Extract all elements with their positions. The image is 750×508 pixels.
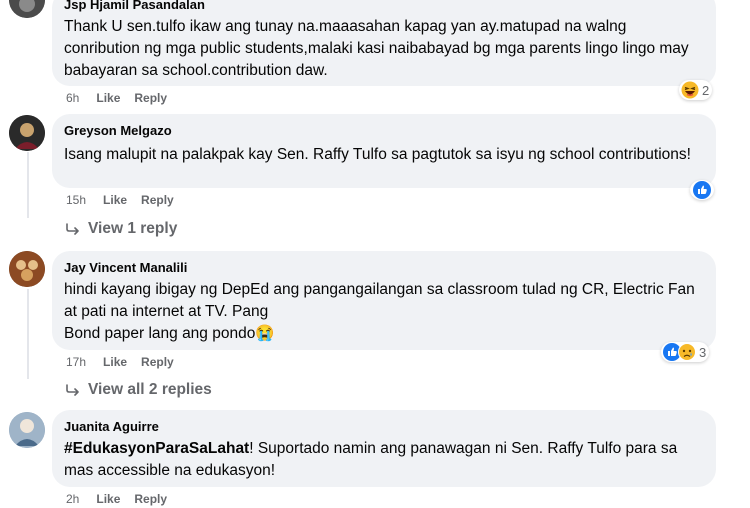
reply-arrow-icon xyxy=(66,223,79,235)
reply-button[interactable]: Reply xyxy=(141,354,174,370)
comment-timestamp[interactable]: 15h xyxy=(66,192,86,208)
comment-timestamp[interactable]: 17h xyxy=(66,354,86,370)
like-button[interactable]: Like xyxy=(103,192,127,208)
comment-actions: 15h Like Reply xyxy=(66,192,188,208)
comment-text: Isang malupit na palakpak kay Sen. Raffy… xyxy=(64,146,691,163)
comment-actions: 6h Like Reply xyxy=(66,90,181,106)
haha-icon xyxy=(681,81,699,99)
comment-bubble: Juanita Aguirre #EdukasyonParaSaLahat! S… xyxy=(52,410,716,487)
comment-text: Thank U sen.tulfo ikaw ang tunay na.maaa… xyxy=(64,18,689,79)
hashtag-link[interactable]: #EdukasyonParaSaLahat xyxy=(64,440,249,457)
comment-author[interactable]: Juanita Aguirre xyxy=(64,418,704,435)
comment-timestamp[interactable]: 6h xyxy=(66,90,79,106)
comment-text: #EdukasyonParaSaLahat! Suportado namin a… xyxy=(64,438,704,482)
reaction-summary[interactable]: 3 xyxy=(661,342,710,362)
avatar[interactable] xyxy=(9,251,45,287)
thread-line xyxy=(27,152,29,218)
reaction-count: 2 xyxy=(702,82,710,98)
comment-bubble: Greyson Melgazo Isang malupit na palakpa… xyxy=(52,114,716,188)
comment-bubble: Jsp Hjamil Pasandalan Thank U sen.tulfo … xyxy=(52,0,716,86)
comment-author[interactable]: Jay Vincent Manalili xyxy=(64,259,704,276)
view-replies-link[interactable]: View all 2 replies xyxy=(66,380,212,400)
comment-bubble: Jay Vincent Manalili hindi kayang ibigay… xyxy=(52,251,716,350)
view-replies-link[interactable]: View 1 reply xyxy=(66,219,177,239)
reaction-summary[interactable] xyxy=(690,180,714,200)
like-button[interactable]: Like xyxy=(103,354,127,370)
reaction-count: 3 xyxy=(699,344,707,360)
reply-arrow-icon xyxy=(66,384,79,396)
thread-line xyxy=(27,289,29,379)
view-replies-label: View all 2 replies xyxy=(88,381,212,398)
view-replies-label: View 1 reply xyxy=(88,220,178,237)
like-icon xyxy=(693,181,711,199)
comment-actions: 2h Like Reply xyxy=(66,491,181,507)
reply-button[interactable]: Reply xyxy=(134,491,167,507)
like-button[interactable]: Like xyxy=(96,90,120,106)
comment-timestamp[interactable]: 2h xyxy=(66,491,79,507)
comment-actions: 17h Like Reply xyxy=(66,354,188,370)
comment-author[interactable]: Jsp Hjamil Pasandalan xyxy=(64,0,704,13)
avatar[interactable] xyxy=(9,412,45,448)
reply-button[interactable]: Reply xyxy=(141,192,174,208)
avatar[interactable] xyxy=(9,0,45,18)
reaction-summary[interactable]: 2 xyxy=(679,80,713,100)
like-button[interactable]: Like xyxy=(96,491,120,507)
comment-author[interactable]: Greyson Melgazo xyxy=(64,122,704,139)
comment-text: hindi kayang ibigay ng DepEd ang pangang… xyxy=(64,281,695,342)
reply-button[interactable]: Reply xyxy=(134,90,167,106)
sad-icon xyxy=(678,343,696,361)
avatar[interactable] xyxy=(9,115,45,151)
